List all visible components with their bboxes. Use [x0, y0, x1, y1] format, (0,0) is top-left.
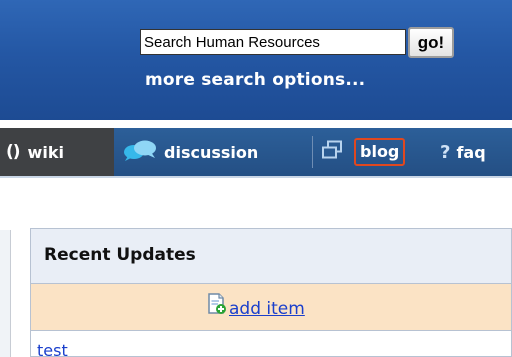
add-item-link[interactable]: add item: [229, 299, 305, 319]
windows-icon: [320, 140, 344, 164]
left-column-edge: [0, 230, 11, 357]
tab-blog-label: blog: [360, 142, 400, 161]
tab-divider: [312, 136, 313, 168]
tab-blog[interactable]: blog: [318, 128, 436, 176]
tab-wiki[interactable]: () wiki: [0, 128, 114, 176]
list-item: test: [30, 331, 512, 357]
panel-title: Recent Updates: [44, 245, 196, 265]
go-button[interactable]: go!: [408, 27, 454, 58]
list-item-link[interactable]: test: [37, 341, 68, 356]
code-brackets-icon: (): [6, 142, 21, 162]
tab-faq[interactable]: ? faq: [440, 128, 512, 176]
search-input[interactable]: [140, 29, 406, 55]
add-item-row: add item: [30, 284, 512, 331]
add-page-icon: [207, 293, 227, 319]
tab-discussion[interactable]: discussion: [114, 128, 310, 176]
tab-discussion-label: discussion: [164, 142, 259, 162]
question-icon: ?: [440, 141, 451, 163]
tab-bar: () wiki discussion blog ? faq: [0, 128, 512, 178]
blog-highlight: blog: [354, 138, 406, 166]
recent-updates-panel: Recent Updates add item test: [30, 228, 512, 357]
tab-wiki-label: wiki: [27, 142, 64, 162]
header-bar: go! more search options...: [0, 0, 512, 120]
add-item-control[interactable]: add item: [207, 293, 305, 319]
panel-header: Recent Updates: [30, 228, 512, 284]
more-search-options-link[interactable]: more search options...: [145, 70, 365, 90]
chat-bubbles-icon: [122, 138, 158, 166]
tab-faq-label: faq: [456, 142, 486, 162]
